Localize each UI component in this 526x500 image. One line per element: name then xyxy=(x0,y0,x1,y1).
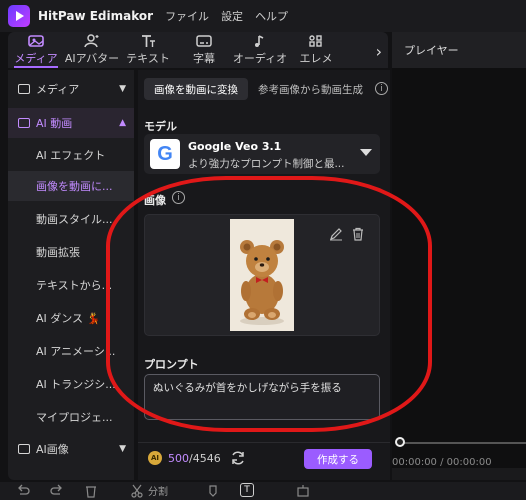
player-title: プレイヤー xyxy=(392,32,526,68)
player-viewport xyxy=(392,68,526,468)
folder-icon xyxy=(18,84,30,94)
credits-count: 500/4546 xyxy=(168,452,221,465)
tab-media-label: メディア xyxy=(14,52,58,65)
edit-icon[interactable] xyxy=(329,227,343,241)
crop-icon[interactable] xyxy=(296,484,310,498)
chevron-up-icon: ▲ xyxy=(119,118,126,128)
teddy-bear-image xyxy=(230,219,294,331)
tab-elements-label: エレメ xyxy=(299,52,333,65)
split-label[interactable]: 分割 xyxy=(148,483,168,498)
teddy-bear-thumbnail xyxy=(230,219,294,331)
player-seekbar[interactable] xyxy=(400,442,526,444)
avatar-icon xyxy=(84,34,99,48)
player-time: 00:00:00 / 00:00:00 xyxy=(392,457,492,468)
model-select[interactable]: G Google Veo 3.1 より強力なプロンプト制御と最... xyxy=(144,134,380,174)
app-logo-icon xyxy=(8,5,30,27)
tab-ai-avatar[interactable]: AIアバター xyxy=(64,32,120,68)
sidebar-item-label: メディア xyxy=(36,83,80,96)
image-icon xyxy=(18,444,30,454)
tab-text-label: テキスト xyxy=(126,52,170,65)
media-toolbar: メディア AIアバター テキスト 字幕 オーディオ エレメ › xyxy=(8,32,388,68)
chevron-right-icon[interactable]: › xyxy=(376,42,382,61)
refresh-icon[interactable] xyxy=(230,450,246,466)
sidebar-item-video-extend[interactable]: 動画拡張 xyxy=(8,237,134,267)
credits-total: /4546 xyxy=(189,452,221,465)
sidebar-item-ai-video[interactable]: AI 動画 ▲ xyxy=(8,108,134,138)
text-tool-icon[interactable]: T xyxy=(240,483,254,497)
credits-used: 500 xyxy=(168,452,189,465)
tab-audio[interactable]: オーディオ xyxy=(232,32,288,68)
sidebar-item-text-to-video[interactable]: テキストから... xyxy=(8,270,134,300)
sidebar-item-label: AI画像 xyxy=(36,443,69,456)
sidebar-item-my-projects[interactable]: マイプロジェ... xyxy=(8,402,134,432)
menu-help[interactable]: ヘルプ xyxy=(255,8,288,24)
subtabs: 画像を動画に変換 参考画像から動画生成 xyxy=(144,78,373,100)
tab-subtitle[interactable]: 字幕 xyxy=(176,32,232,68)
info-icon[interactable]: i xyxy=(375,82,388,95)
tab-ai-avatar-label: AIアバター xyxy=(64,52,120,65)
tab-image-to-video[interactable]: 画像を動画に変換 xyxy=(144,78,248,100)
image-upload-area[interactable] xyxy=(144,214,380,336)
subtitle-icon xyxy=(196,35,212,47)
sidebar-item-ai-dance[interactable]: AI ダンス 💃 xyxy=(8,303,134,333)
model-label: モデル xyxy=(144,120,177,133)
edit-toolbar: 分割 T xyxy=(0,482,526,500)
image-info-icon[interactable]: i xyxy=(172,191,185,204)
app-name: HitPaw Edimakor xyxy=(38,9,154,23)
sidebar-item-ai-transition[interactable]: AI トランジシ... xyxy=(8,369,134,399)
tab-audio-label: オーディオ xyxy=(232,52,288,65)
generate-bar: AI 500/4546 作成する xyxy=(138,442,390,472)
main-panel: 画像を動画に変換 参考画像から動画生成 i モデル G Google Veo 3… xyxy=(138,70,390,480)
scissors-icon[interactable] xyxy=(130,484,144,498)
player-seek-handle[interactable] xyxy=(395,437,405,447)
menu-file[interactable]: ファイル xyxy=(165,8,209,24)
audio-icon xyxy=(255,35,264,47)
delete-icon[interactable] xyxy=(84,484,98,498)
player-panel: プレイヤー 00:00:00 / 00:00:00 xyxy=(392,32,526,480)
title-bar: HitPaw Edimakor ファイル 設定 ヘルプ xyxy=(0,0,526,32)
credit-coin-icon: AI xyxy=(148,451,162,465)
elements-icon xyxy=(309,35,322,47)
chevron-down-icon xyxy=(360,149,372,156)
model-name: Google Veo 3.1 xyxy=(188,140,282,153)
sidebar-item-ai-animation[interactable]: AI アニメーシ... xyxy=(8,336,134,366)
tab-reference-to-video[interactable]: 参考画像から動画生成 xyxy=(248,78,373,100)
media-icon xyxy=(28,35,44,47)
sidebar-item-ai-effect[interactable]: AI エフェクト xyxy=(8,140,134,170)
undo-icon[interactable] xyxy=(16,484,30,498)
sidebar-item-ai-image[interactable]: AI画像 ▼ xyxy=(8,434,134,464)
sidebar: メディア ▼ AI 動画 ▲ AI エフェクト 画像を動画に... 動画スタイル… xyxy=(8,70,134,480)
model-desc: より強力なプロンプト制御と最... xyxy=(188,158,345,170)
prompt-label: プロンプト xyxy=(144,358,199,371)
tab-text[interactable]: テキスト xyxy=(120,32,176,68)
marker-icon[interactable] xyxy=(206,484,220,498)
tab-subtitle-label: 字幕 xyxy=(193,52,215,65)
image-label: 画像 xyxy=(144,194,166,207)
prompt-textarea[interactable]: ぬいぐるみが首をかしげながら手を振る xyxy=(144,374,380,420)
video-icon xyxy=(18,118,30,128)
sidebar-item-video-style[interactable]: 動画スタイル... xyxy=(8,204,134,234)
sidebar-item-image-to-video[interactable]: 画像を動画に... xyxy=(8,171,134,201)
google-logo-icon: G xyxy=(150,139,180,169)
tab-elements[interactable]: エレメ xyxy=(288,32,344,68)
chevron-down-icon: ▼ xyxy=(119,84,126,94)
sidebar-item-media[interactable]: メディア ▼ xyxy=(8,74,134,104)
tab-media[interactable]: メディア xyxy=(8,32,64,68)
trash-icon[interactable] xyxy=(351,227,365,241)
redo-icon[interactable] xyxy=(50,484,64,498)
create-button[interactable]: 作成する xyxy=(304,449,372,469)
text-icon xyxy=(142,35,155,47)
sidebar-item-label: AI 動画 xyxy=(36,117,73,130)
chevron-down-icon: ▼ xyxy=(119,444,126,454)
menu-settings[interactable]: 設定 xyxy=(221,8,243,24)
